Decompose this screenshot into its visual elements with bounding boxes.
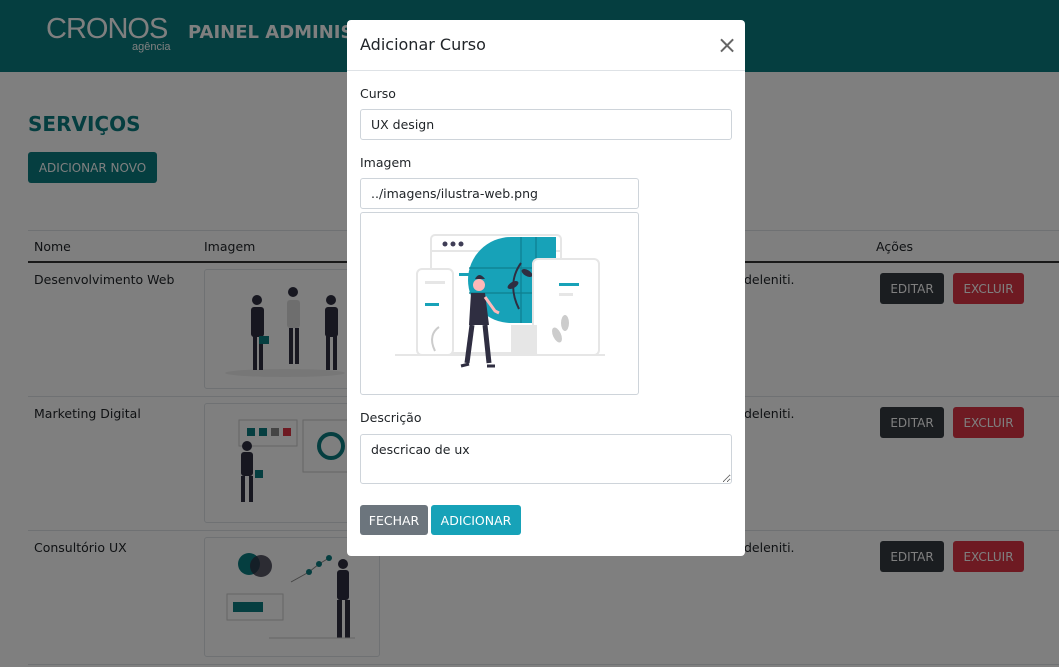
close-icon[interactable]: × [717, 33, 737, 57]
modal-title: Adicionar Curso [360, 35, 486, 54]
image-preview [360, 212, 639, 395]
description-textarea[interactable]: descricao de ux [360, 434, 732, 484]
modal-header: Adicionar Curso × [347, 20, 745, 71]
add-course-modal: Adicionar Curso × Curso Imagem [347, 20, 745, 556]
course-label: Curso [360, 86, 396, 101]
description-label: Descrição [360, 410, 422, 425]
add-button[interactable]: ADICIONAR [431, 505, 521, 535]
course-input[interactable] [360, 109, 732, 140]
close-button[interactable]: FECHAR [360, 505, 428, 535]
image-label: Imagem [360, 155, 412, 170]
image-path-input[interactable] [360, 178, 639, 209]
